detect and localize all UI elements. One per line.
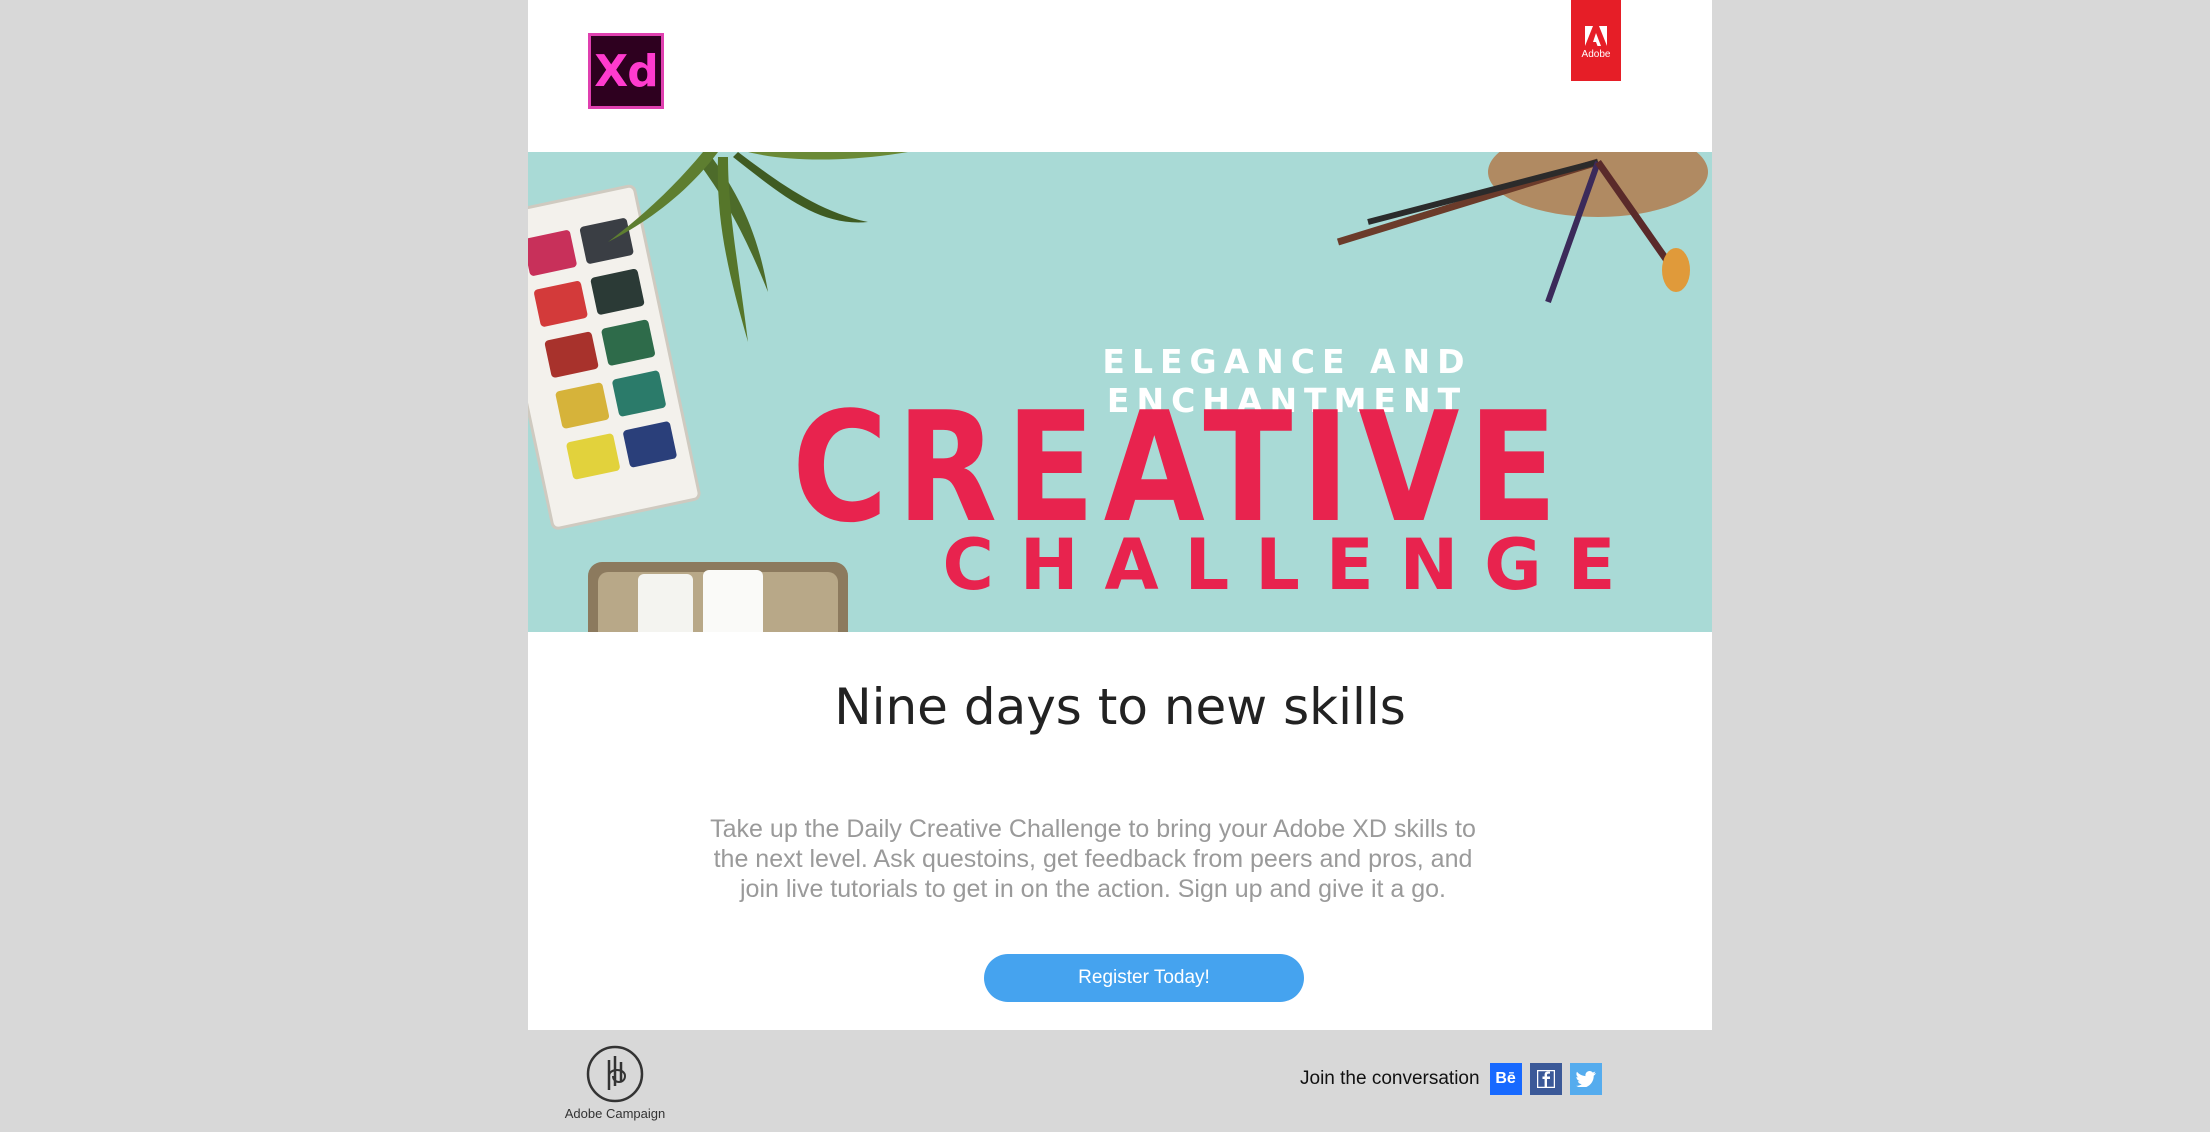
adobe-campaign-label: Adobe Campaign	[564, 1106, 666, 1121]
xd-logo-text: Xd	[594, 45, 658, 97]
behance-icon-text: Bē	[1495, 1070, 1516, 1087]
adobe-campaign-logo: Adobe Campaign	[560, 1044, 670, 1130]
join-conversation-label: Join the conversation	[1300, 1068, 1480, 1089]
register-button[interactable]: Register Today!	[984, 954, 1304, 1002]
twitter-icon[interactable]	[1569, 1063, 1602, 1095]
adobe-wordmark: Adobe	[1581, 49, 1611, 60]
hero-banner: ELEGANCE AND ENCHANTMENT CREATIVE CHALLE…	[528, 152, 1712, 632]
paint-brushes-image	[1336, 152, 1708, 304]
email-container: Xd Adobe ELEGANCE AND ENCHANTMENT CREATI…	[528, 0, 1712, 1030]
adobe-a-icon	[1585, 26, 1607, 46]
facebook-glyph	[1536, 1070, 1555, 1088]
social-links: Join the conversation Bē	[1300, 1063, 1602, 1095]
body-paragraph: Take up the Daily Creative Challenge to …	[710, 815, 1476, 903]
adobe-logo-tag: Adobe	[1571, 0, 1621, 81]
behance-icon[interactable]: Bē	[1489, 1063, 1522, 1095]
headline: Nine days to new skills	[834, 678, 1406, 736]
paint-tubes-image	[588, 562, 848, 632]
plant-leaves-image	[608, 152, 908, 342]
facebook-icon[interactable]	[1529, 1063, 1562, 1095]
hero-title: CREATIVE	[792, 379, 1566, 556]
hero-title-secondary: CHALLENGE	[942, 524, 1642, 606]
adobe-campaign-icon	[586, 1045, 644, 1103]
twitter-glyph	[1575, 1071, 1596, 1087]
adobe-xd-logo: Xd	[588, 33, 664, 109]
